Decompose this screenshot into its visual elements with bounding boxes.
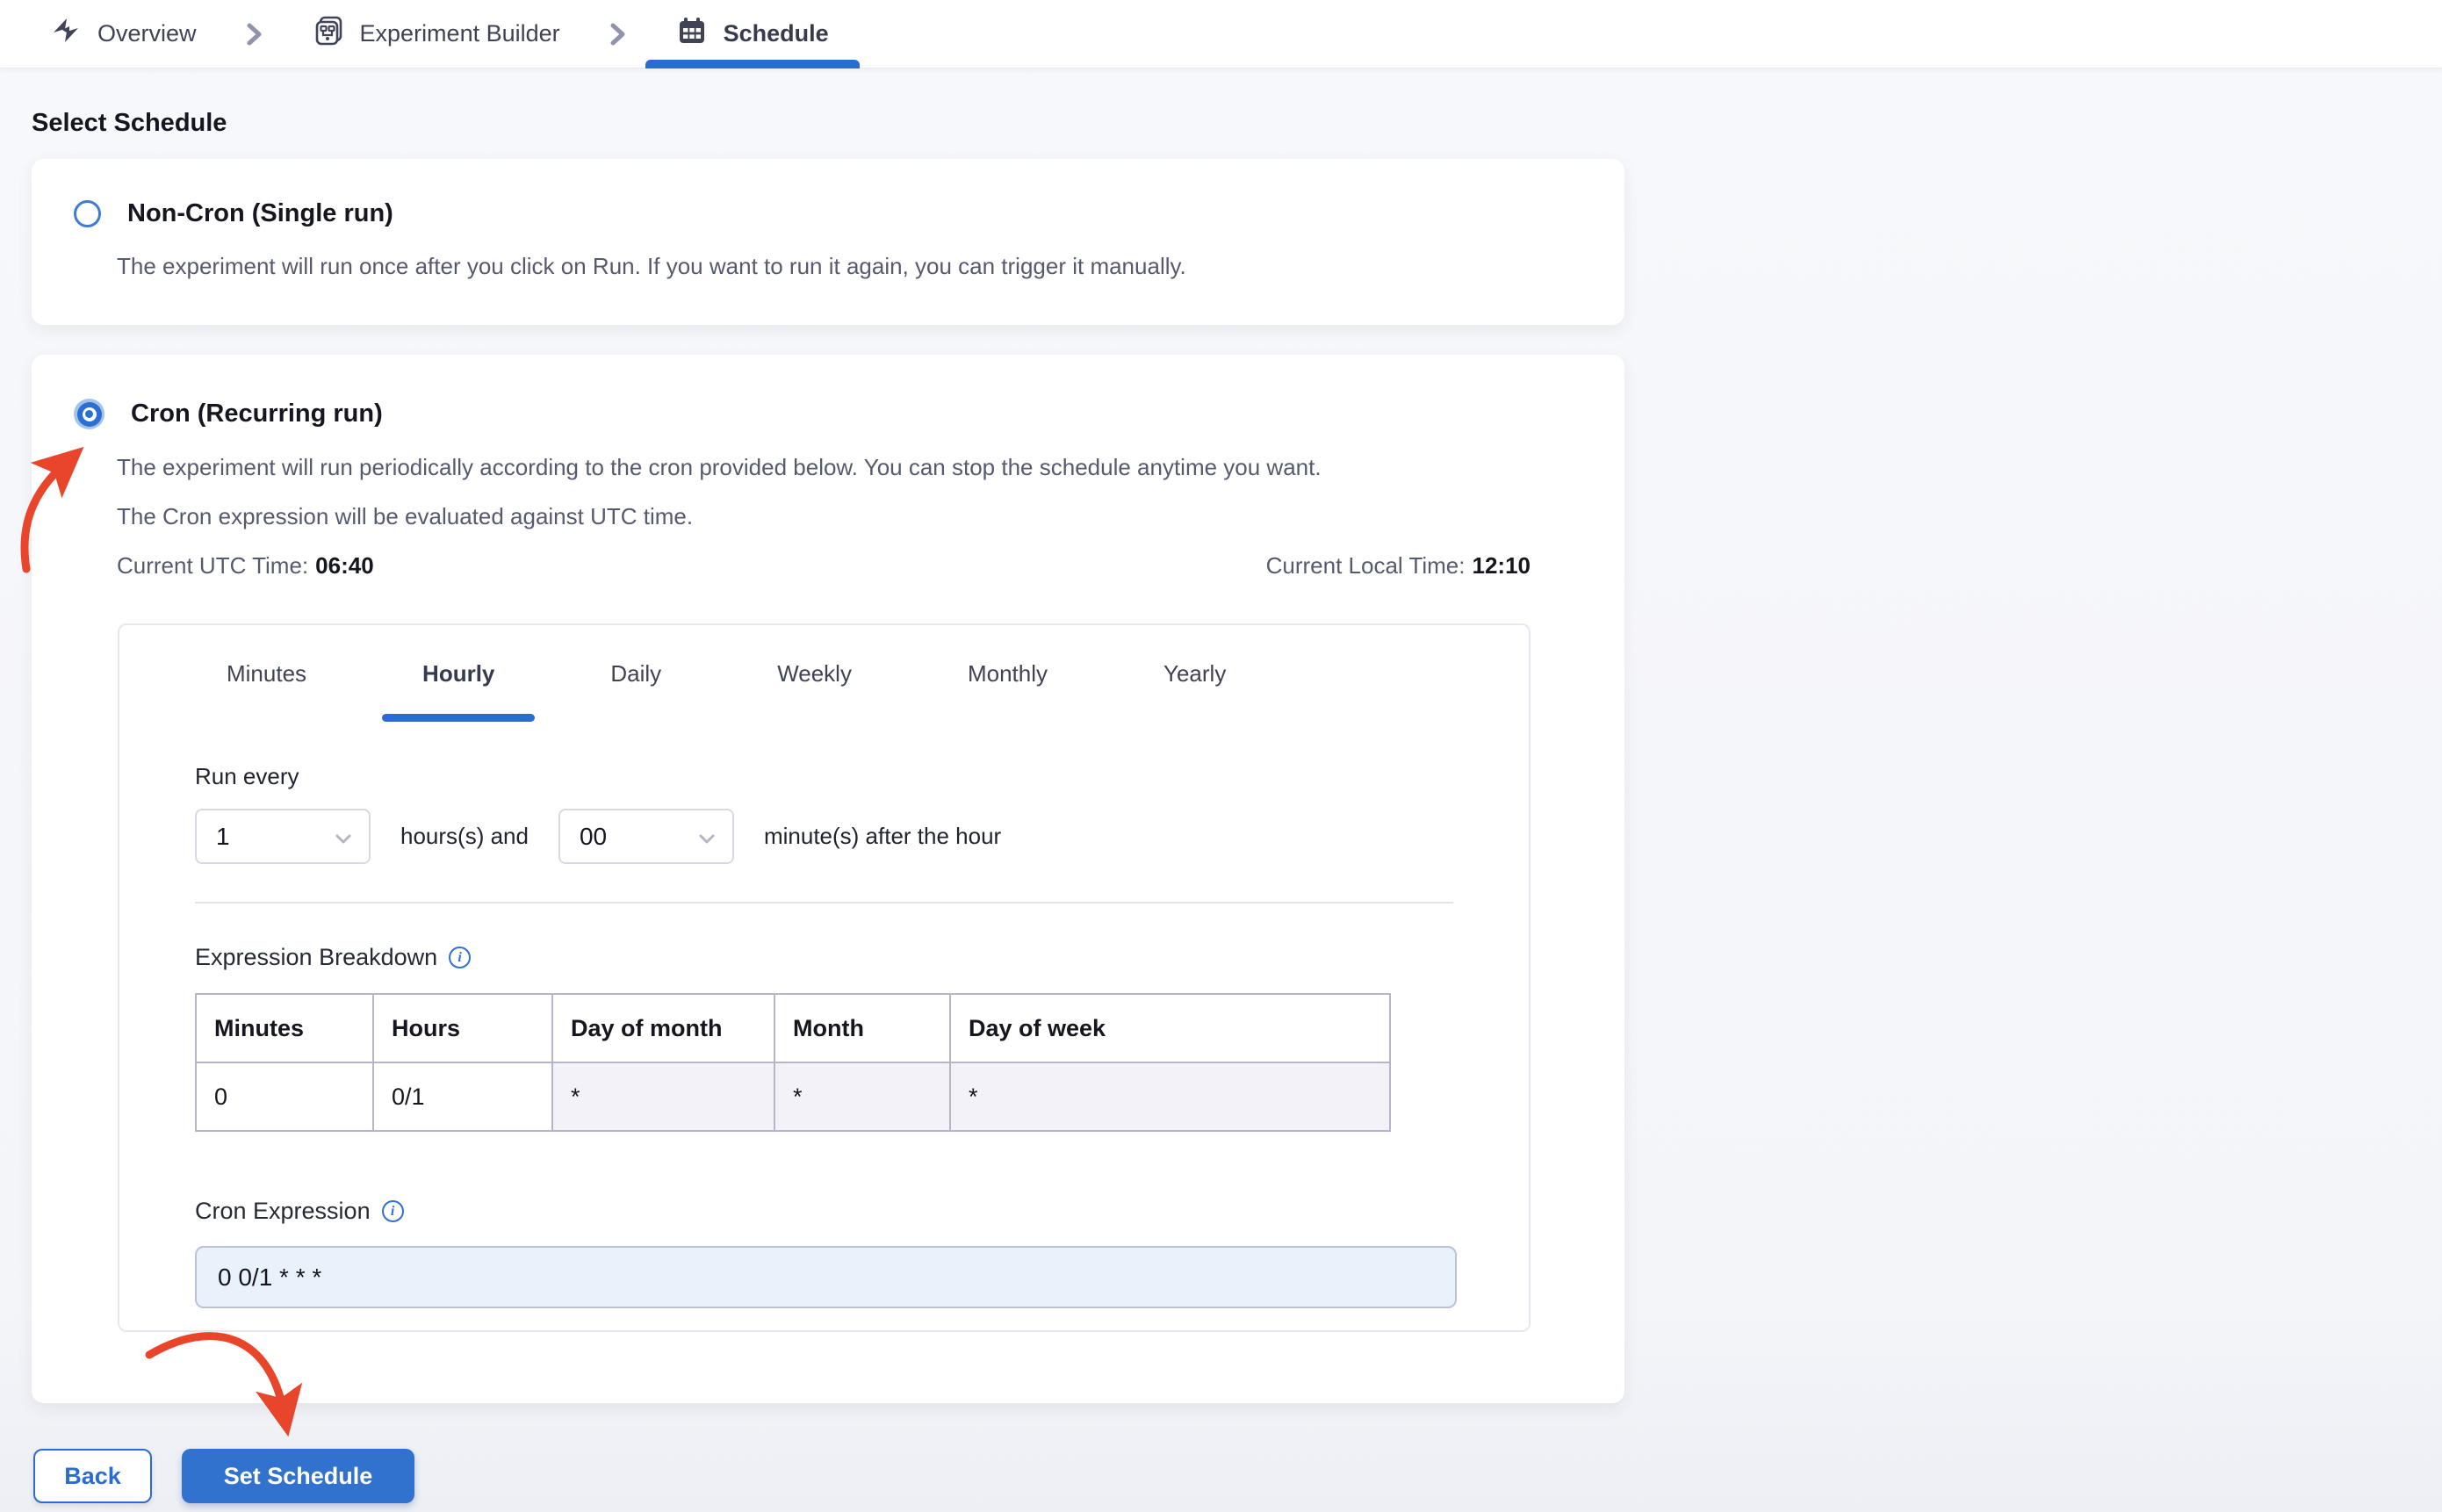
cell-month: * bbox=[774, 1062, 951, 1132]
tab-daily[interactable]: Daily bbox=[570, 625, 702, 722]
utc-time-value: 06:40 bbox=[315, 552, 374, 579]
cron-option-card: Cron (Recurring run) The experiment will… bbox=[32, 355, 1624, 1403]
cron-expression-label: Cron Expression bbox=[195, 1198, 371, 1224]
cron-expression-header: Cron Expression i bbox=[195, 1198, 1453, 1225]
experiment-builder-icon bbox=[313, 15, 344, 53]
hours-select-value: 1 bbox=[216, 822, 230, 850]
header-day-of-week: Day of week bbox=[949, 993, 1391, 1063]
tab-monthly[interactable]: Monthly bbox=[927, 625, 1088, 722]
header-minutes: Minutes bbox=[195, 993, 374, 1063]
cron-expression-input[interactable] bbox=[195, 1246, 1457, 1308]
tab-minutes[interactable]: Minutes bbox=[186, 625, 347, 722]
cron-description-2: The Cron expression will be evaluated ag… bbox=[117, 503, 694, 529]
cron-radio[interactable] bbox=[74, 399, 104, 429]
page-title: Select Schedule bbox=[32, 109, 227, 137]
current-utc-time: Current UTC Time: 06:40 bbox=[117, 552, 374, 579]
chevron-right-icon bbox=[217, 0, 292, 68]
header-day-of-month: Day of month bbox=[551, 993, 775, 1063]
cell-minutes: 0 bbox=[195, 1062, 374, 1132]
cron-description-1: The experiment will run periodically acc… bbox=[117, 454, 1322, 480]
run-every-label: Run every bbox=[195, 763, 299, 789]
non-cron-description: The experiment will run once after you c… bbox=[117, 253, 1186, 279]
minutes-select[interactable]: 00 bbox=[558, 809, 734, 864]
expression-breakdown-header: Expression Breakdown i bbox=[195, 944, 1453, 971]
chevron-right-icon bbox=[580, 0, 656, 68]
back-button[interactable]: Back bbox=[33, 1449, 152, 1503]
cron-scheduler-panel: Minutes Hourly Daily Weekly Monthly Year… bbox=[118, 623, 1531, 1332]
info-icon[interactable]: i bbox=[449, 947, 472, 968]
header-month: Month bbox=[774, 993, 951, 1063]
current-local-time: Current Local Time: 12:10 bbox=[1265, 552, 1531, 579]
set-schedule-button[interactable]: Set Schedule bbox=[182, 1449, 414, 1503]
chevron-down-icon bbox=[697, 823, 717, 851]
cell-hours: 0/1 bbox=[372, 1062, 553, 1132]
pinwheel-icon bbox=[50, 15, 82, 53]
minutes-suffix-text: minute(s) after the hour bbox=[763, 823, 1002, 849]
local-time-value: 12:10 bbox=[1472, 552, 1531, 579]
table-row: 0 0/1 * * * bbox=[195, 1062, 1391, 1132]
non-cron-title: Non-Cron (Single run) bbox=[127, 199, 393, 227]
calendar-icon bbox=[676, 15, 708, 53]
nav-tab-overview-label: Overview bbox=[97, 20, 197, 47]
main-content: Select Schedule Non-Cron (Single run) Th… bbox=[0, 109, 2442, 1503]
chevron-down-icon bbox=[334, 823, 353, 851]
hours-select[interactable]: 1 bbox=[195, 809, 371, 864]
minutes-select-value: 00 bbox=[579, 822, 608, 850]
nav-tab-experiment-builder-label: Experiment Builder bbox=[359, 20, 560, 47]
section-divider bbox=[195, 902, 1453, 904]
tab-hourly[interactable]: Hourly bbox=[382, 625, 536, 722]
cron-title: Cron (Recurring run) bbox=[131, 400, 383, 428]
table-header-row: Minutes Hours Day of month Month Day of … bbox=[195, 993, 1391, 1063]
cell-day-of-week: * bbox=[949, 1062, 1391, 1132]
footer-actions: Back Set Schedule bbox=[32, 1449, 2410, 1503]
nav-tab-schedule-label: Schedule bbox=[723, 20, 829, 47]
nav-tab-overview[interactable]: Overview bbox=[30, 0, 217, 68]
cell-day-of-month: * bbox=[551, 1062, 775, 1132]
tab-yearly[interactable]: Yearly bbox=[1123, 625, 1266, 722]
top-navigation-bar: Overview Experiment Builder Schedule bbox=[0, 0, 2442, 68]
info-icon[interactable]: i bbox=[381, 1200, 404, 1222]
expression-breakdown-label: Expression Breakdown bbox=[195, 944, 438, 970]
nav-tab-experiment-builder[interactable]: Experiment Builder bbox=[292, 0, 580, 68]
nav-tab-schedule[interactable]: Schedule bbox=[645, 0, 860, 68]
hours-suffix-text: hours(s) and bbox=[400, 823, 529, 849]
header-hours: Hours bbox=[372, 993, 553, 1063]
tab-weekly[interactable]: Weekly bbox=[737, 625, 892, 722]
non-cron-option-card[interactable]: Non-Cron (Single run) The experiment wil… bbox=[32, 159, 1624, 325]
non-cron-radio[interactable] bbox=[74, 200, 101, 227]
frequency-tabs: Minutes Hourly Daily Weekly Monthly Year… bbox=[119, 625, 1529, 722]
expression-breakdown-table: Minutes Hours Day of month Month Day of … bbox=[195, 993, 1391, 1132]
